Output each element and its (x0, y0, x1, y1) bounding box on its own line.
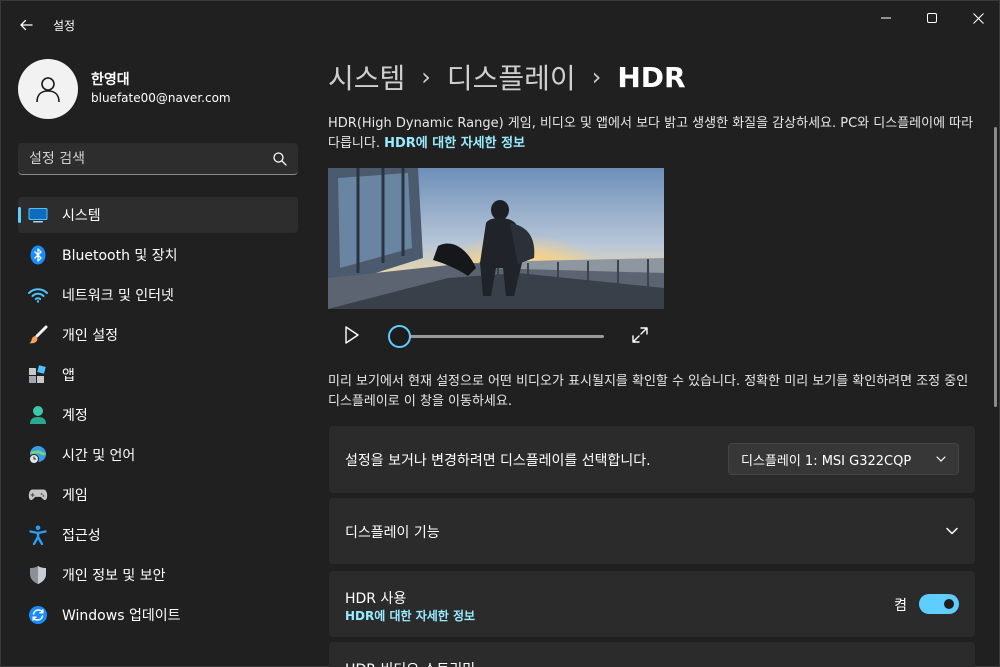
sidebar-item-label: 개인 설정 (62, 328, 118, 344)
sidebar-item-label: Bluetooth 및 장치 (62, 248, 178, 264)
sidebar-item-label: 앱 (62, 368, 75, 384)
sidebar-item-personalization[interactable]: 개인 설정 (18, 317, 298, 353)
hdr-use-learn-more-link[interactable]: HDR에 대한 자세한 정보 (345, 607, 475, 624)
sidebar-nav: 시스템 Bluetooth 및 장치 네트워크 및 인터넷 개인 설정 앱 계정… (18, 197, 298, 637)
user-profile[interactable]: 한영대 bluefate00@naver.com (18, 59, 231, 119)
hdr-preview-video (328, 168, 664, 309)
title-bar: 설정 (1, 1, 1000, 49)
hdr-toggle-knob (944, 599, 954, 609)
hdr-streaming-card[interactable]: HDR 비디오 스트리밍 (329, 642, 975, 667)
sidebar-item-label: 네트워크 및 인터넷 (62, 288, 174, 304)
wifi-icon (28, 285, 48, 305)
breadcrumb-display[interactable]: 디스플레이 (447, 57, 576, 97)
shield-icon (28, 565, 48, 585)
sidebar-item-apps[interactable]: 앱 (18, 357, 298, 393)
profile-email: bluefate00@naver.com (91, 91, 231, 105)
sidebar-item-label: 접근성 (62, 528, 101, 544)
settings-window: 설정 한영대 bluefate00@naver.com 설정 검색 시스템 Bl… (0, 0, 1000, 667)
search-box[interactable] (18, 143, 298, 175)
sidebar-item-accessibility[interactable]: 접근성 (18, 517, 298, 553)
minimize-icon (881, 17, 891, 19)
sidebar-item-time-language[interactable]: 시간 및 언어 (18, 437, 298, 473)
sidebar-item-windows-update[interactable]: Windows 업데이트 (18, 597, 298, 633)
chevron-down-icon (936, 456, 946, 462)
video-seek-thumb[interactable] (388, 325, 411, 348)
video-player-controls (328, 319, 664, 351)
apps-icon (28, 365, 48, 385)
brush-icon (28, 325, 48, 345)
breadcrumb-separator: › (591, 63, 602, 91)
sidebar-item-privacy[interactable]: 개인 정보 및 보안 (18, 557, 298, 593)
sidebar-item-accounts[interactable]: 계정 (18, 397, 298, 433)
gamepad-icon (28, 485, 48, 505)
play-icon[interactable] (342, 324, 362, 346)
sidebar-item-network[interactable]: 네트워크 및 인터넷 (18, 277, 298, 313)
sidebar-item-label: 시스템 (62, 208, 101, 224)
profile-name: 한영대 (91, 72, 130, 88)
scrollbar[interactable] (994, 127, 997, 407)
arrow-left-icon (20, 19, 33, 31)
sidebar-item-system[interactable]: 시스템 (18, 197, 298, 233)
search-input[interactable] (18, 150, 258, 167)
display-features-label: 디스플레이 기능 (345, 525, 440, 541)
breadcrumb: 시스템 › 디스플레이 › HDR (328, 57, 686, 97)
hdr-use-label: HDR 사용 (345, 591, 407, 607)
breadcrumb-separator: › (421, 63, 431, 91)
app-title: 설정 (53, 19, 76, 33)
hdr-learn-more-link[interactable]: HDR에 대한 자세한 정보 (384, 136, 525, 151)
person-icon (36, 77, 60, 103)
sidebar-item-label: 개인 정보 및 보안 (62, 568, 166, 584)
sidebar-item-label: Windows 업데이트 (62, 608, 181, 624)
hdr-use-card: HDR 사용 HDR에 대한 자세한 정보 켬 (329, 571, 975, 637)
hdr-toggle-state: 켬 (894, 598, 907, 614)
sidebar-item-bluetooth[interactable]: Bluetooth 및 장치 (18, 237, 298, 273)
sidebar-item-gaming[interactable]: 게임 (18, 477, 298, 513)
monitor-icon (28, 205, 48, 225)
display-select-card: 설정을 보거나 변경하려면 디스플레이를 선택합니다. 디스플레이 1: MSI… (329, 426, 975, 493)
display-select-label: 설정을 보거나 변경하려면 디스플레이를 선택합니다. (345, 453, 651, 469)
accessibility-icon (28, 525, 48, 545)
display-features-card[interactable]: 디스플레이 기능 (329, 498, 975, 564)
video-seek-track[interactable] (408, 335, 604, 338)
hdr-preview-image (328, 168, 664, 309)
globe-clock-icon (28, 445, 48, 465)
update-icon (28, 605, 48, 625)
search-icon[interactable] (272, 151, 288, 167)
account-icon (28, 405, 48, 425)
display-select-value: 디스플레이 1: MSI G322CQP (741, 453, 912, 469)
chevron-down-icon[interactable] (945, 524, 959, 538)
hdr-description: HDR(High Dynamic Range) 게임, 비디오 및 앱에서 보다… (328, 114, 978, 154)
breadcrumb-system[interactable]: 시스템 (328, 57, 405, 97)
avatar (18, 59, 78, 119)
sidebar-item-label: 계정 (62, 408, 88, 424)
maximize-button[interactable] (909, 1, 955, 35)
close-button[interactable] (955, 1, 1000, 35)
close-icon (972, 12, 984, 24)
fullscreen-icon[interactable] (630, 325, 650, 345)
back-button[interactable] (11, 11, 41, 39)
minimize-button[interactable] (863, 1, 909, 35)
page-title: HDR (617, 60, 686, 94)
preview-description: 미리 보기에서 현재 설정으로 어떤 비디오가 표시될지를 확인할 수 있습니다… (328, 374, 969, 409)
sidebar-item-label: 시간 및 언어 (62, 448, 136, 464)
bluetooth-icon (28, 245, 48, 265)
hdr-streaming-label: HDR 비디오 스트리밍 (345, 659, 475, 667)
sidebar-item-label: 게임 (62, 488, 88, 504)
hdr-toggle[interactable] (919, 594, 959, 614)
display-select-dropdown[interactable]: 디스플레이 1: MSI G322CQP (728, 443, 959, 475)
maximize-icon (927, 13, 937, 23)
